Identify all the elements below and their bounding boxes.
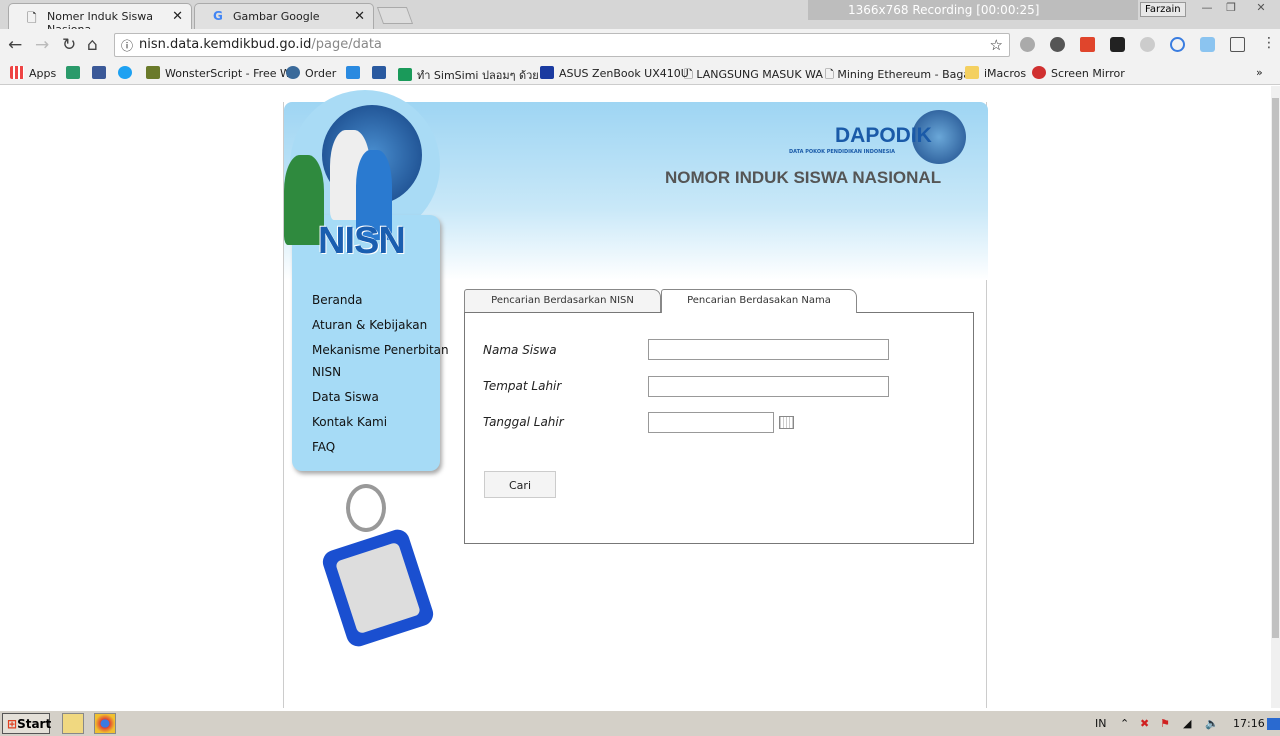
bookmark-wonsterscript[interactable]: WonsterScript - Free W bbox=[146, 66, 291, 80]
minimize-button[interactable]: — bbox=[1196, 1, 1218, 17]
bookmark-icon[interactable] bbox=[372, 66, 386, 79]
browser-toolbar: ← → ↻ ⌂ ⓘ nisn.data.kemdikbud.go.id/page… bbox=[0, 29, 1280, 61]
extension-icon[interactable] bbox=[1050, 37, 1065, 52]
owl-icon bbox=[286, 66, 300, 79]
tab-google[interactable]: G Gambar Google ✕ bbox=[194, 3, 374, 29]
volume-icon[interactable]: 🔈 bbox=[1205, 717, 1219, 730]
bookmark-icon bbox=[540, 66, 554, 79]
cari-button[interactable]: Cari bbox=[484, 471, 556, 498]
extension-s-icon[interactable] bbox=[1080, 37, 1095, 52]
close-tab-icon[interactable]: ✕ bbox=[172, 9, 183, 24]
tanggal-lahir-label: Tanggal Lahir bbox=[483, 415, 564, 429]
bookmark-langsung[interactable]: 🗋 LANGSUNG MASUK WA bbox=[684, 66, 823, 85]
menu-mekanisme[interactable]: Mekanisme Penerbitan bbox=[312, 339, 449, 362]
menu-aturan[interactable]: Aturan & Kebijakan bbox=[312, 314, 427, 337]
url-path: /page/data bbox=[311, 37, 382, 52]
url-host: nisn.data.kemdikbud.go.id bbox=[139, 37, 312, 52]
google-icon: G bbox=[213, 9, 223, 23]
restore-button[interactable]: ❐ bbox=[1220, 1, 1242, 17]
extension-sync-icon[interactable] bbox=[1170, 37, 1185, 52]
bookmark-icon bbox=[1032, 66, 1046, 79]
address-bar[interactable]: ⓘ nisn.data.kemdikbud.go.id/page/data ☆ bbox=[114, 33, 1010, 57]
tab-search-nisn[interactable]: Pencarian Berdasarkan NISN bbox=[464, 289, 661, 313]
back-icon[interactable]: ← bbox=[8, 35, 22, 55]
dapodik-logo: DAPODIK bbox=[835, 124, 932, 147]
start-button[interactable]: ⊞Start bbox=[2, 713, 51, 734]
bookmark-screen-mirror[interactable]: Screen Mirror bbox=[1032, 66, 1125, 80]
tanggal-lahir-input[interactable] bbox=[648, 412, 774, 433]
bookmark-imacros[interactable]: iMacros bbox=[965, 66, 1026, 80]
more-bookmarks-icon[interactable]: » bbox=[1256, 66, 1263, 79]
home-icon[interactable]: ⌂ bbox=[87, 35, 98, 55]
signal-icon[interactable]: ◢ bbox=[1183, 717, 1191, 730]
nama-siswa-label: Nama Siswa bbox=[483, 343, 557, 357]
page-icon: 🗋 bbox=[825, 68, 838, 81]
tab-nisn[interactable]: 🗋 Nomer Induk Siswa Nasiona ✕ bbox=[8, 3, 192, 36]
menu-kontak[interactable]: Kontak Kami bbox=[312, 411, 387, 434]
bookmark-icon[interactable] bbox=[66, 66, 80, 79]
key-ring-icon bbox=[346, 484, 386, 532]
extension-icon[interactable] bbox=[1200, 37, 1215, 52]
menu-beranda[interactable]: Beranda bbox=[312, 289, 362, 312]
bookmark-simsimi[interactable]: ทำ SimSimi ปลอมๆ ด้วย L bbox=[398, 66, 548, 84]
tab-search-nama[interactable]: Pencarian Berdasakan Nama bbox=[661, 289, 857, 313]
forward-icon[interactable]: → bbox=[35, 35, 49, 55]
extension-icon[interactable] bbox=[1110, 37, 1125, 52]
menu-data-siswa[interactable]: Data Siswa bbox=[312, 386, 379, 409]
page-icon: 🗋 bbox=[27, 11, 37, 25]
bookmark-order[interactable]: Order bbox=[286, 66, 336, 80]
page-icon: 🗋 bbox=[684, 68, 697, 81]
tab-label: Gambar Google bbox=[233, 10, 320, 23]
menu-mekanisme-nisn[interactable]: NISN bbox=[312, 361, 341, 384]
chrome-taskbar-icon[interactable] bbox=[94, 713, 116, 734]
facebook-icon[interactable] bbox=[92, 66, 106, 79]
extension-icon[interactable] bbox=[1020, 37, 1035, 52]
bookmark-mining[interactable]: 🗋 Mining Ethereum - Baga bbox=[825, 66, 970, 85]
bookmark-icon[interactable] bbox=[346, 66, 360, 79]
menu-icon[interactable]: ⋮ bbox=[1262, 35, 1276, 51]
folder-icon bbox=[965, 66, 979, 79]
bookmark-asus[interactable]: ASUS ZenBook UX410U bbox=[540, 66, 689, 80]
calendar-icon[interactable] bbox=[779, 416, 794, 429]
network-error-icon[interactable]: ✖ bbox=[1140, 717, 1149, 730]
windows-icon: ⊞ bbox=[7, 717, 18, 731]
extension-shield-icon[interactable] bbox=[1140, 37, 1155, 52]
close-tab-icon[interactable]: ✕ bbox=[354, 9, 365, 24]
browser-titlebar: 🗋 Nomer Induk Siswa Nasiona ✕ G Gambar G… bbox=[0, 0, 1280, 36]
reload-icon[interactable]: ↻ bbox=[62, 35, 76, 55]
nama-siswa-input[interactable] bbox=[648, 339, 889, 360]
clock[interactable]: 17:16 bbox=[1233, 717, 1265, 730]
new-tab-button[interactable] bbox=[376, 7, 414, 24]
info-icon: ⓘ bbox=[121, 39, 134, 53]
bookmark-icon bbox=[146, 66, 160, 79]
bookmarks-bar: Apps WonsterScript - Free W Order ทำ Sim… bbox=[0, 61, 1280, 85]
profile-button[interactable]: Farzain bbox=[1140, 2, 1186, 17]
page-title: NOMOR INDUK SISWA NASIONAL bbox=[665, 168, 942, 187]
show-desktop-button[interactable] bbox=[1267, 718, 1280, 730]
usb-icon[interactable]: ⚑ bbox=[1160, 717, 1170, 730]
explorer-taskbar-icon[interactable] bbox=[62, 713, 84, 734]
nisn-logo-text: NISN bbox=[318, 220, 406, 262]
scrollbar-thumb[interactable] bbox=[1272, 98, 1279, 638]
apps-icon bbox=[10, 66, 24, 79]
language-indicator[interactable]: IN bbox=[1095, 717, 1106, 730]
tray-expand-icon[interactable]: ⌃ bbox=[1120, 717, 1129, 730]
menu-faq[interactable]: FAQ bbox=[312, 436, 335, 459]
bookmark-star-icon[interactable]: ☆ bbox=[990, 36, 1003, 54]
bookmark-apps[interactable]: Apps bbox=[10, 66, 56, 80]
taskbar: ⊞Start IN ⌃ ✖ ⚑ ◢ 🔈 17:16 bbox=[0, 710, 1280, 736]
recording-overlay: 1366x768 Recording [00:00:25] bbox=[808, 0, 1138, 20]
dapodik-subtitle: DATA POKOK PENDIDIKAN INDONESIA bbox=[789, 149, 896, 155]
close-window-button[interactable]: ✕ bbox=[1250, 1, 1272, 17]
twitter-icon[interactable] bbox=[118, 66, 132, 79]
page-scrollbar[interactable] bbox=[1271, 86, 1280, 708]
tempat-lahir-label: Tempat Lahir bbox=[483, 379, 562, 393]
bookmark-icon bbox=[398, 68, 412, 81]
extension-screenshot-icon[interactable] bbox=[1230, 37, 1245, 52]
tempat-lahir-input[interactable] bbox=[648, 376, 889, 397]
